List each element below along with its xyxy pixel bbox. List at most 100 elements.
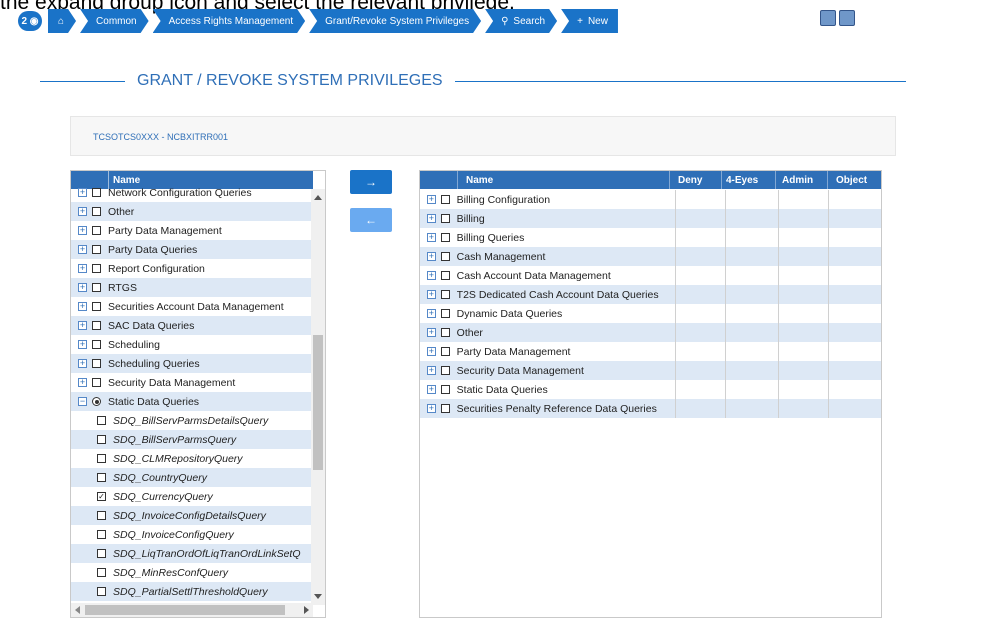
granted-group-row[interactable]: + Billing Configuration bbox=[420, 190, 881, 209]
cell-deny[interactable] bbox=[675, 342, 726, 361]
select-checkbox[interactable] bbox=[440, 347, 450, 356]
tree-group-row[interactable]: + Security Data Management bbox=[71, 373, 313, 392]
tree-group-row[interactable]: + Report Configuration bbox=[71, 259, 313, 278]
column-header-object[interactable]: Object bbox=[828, 171, 881, 189]
expand-icon[interactable]: + bbox=[427, 195, 436, 204]
select-checkbox[interactable] bbox=[440, 404, 450, 413]
column-header-name[interactable]: Name bbox=[458, 171, 670, 189]
cell-deny[interactable] bbox=[675, 361, 726, 380]
scroll-up-icon[interactable] bbox=[314, 195, 322, 200]
cell-4eyes[interactable] bbox=[726, 285, 779, 304]
cell-admin[interactable] bbox=[779, 323, 830, 342]
expand-icon[interactable]: + bbox=[78, 264, 87, 273]
tree-leaf-row[interactable]: SDQ_CountryQuery bbox=[71, 468, 313, 487]
cell-4eyes[interactable] bbox=[726, 228, 779, 247]
granted-group-row[interactable]: + Other bbox=[420, 323, 881, 342]
select-checkbox[interactable] bbox=[92, 283, 101, 292]
expand-icon[interactable]: + bbox=[427, 271, 436, 280]
expand-icon[interactable]: + bbox=[427, 347, 436, 356]
tree-group-row[interactable]: + Other bbox=[71, 202, 313, 221]
expand-icon[interactable]: + bbox=[427, 233, 436, 242]
expand-icon[interactable]: + bbox=[78, 359, 87, 368]
cell-admin[interactable] bbox=[779, 266, 830, 285]
cell-deny[interactable] bbox=[675, 266, 726, 285]
cell-admin[interactable] bbox=[779, 285, 830, 304]
expand-icon[interactable]: + bbox=[78, 302, 87, 311]
cell-admin[interactable] bbox=[779, 228, 830, 247]
column-header-4eyes[interactable]: 4-Eyes bbox=[722, 171, 776, 189]
select-checkbox[interactable] bbox=[97, 587, 106, 596]
expand-icon[interactable]: + bbox=[78, 207, 87, 216]
breadcrumb-grant-revoke[interactable]: Grant/Revoke System Privileges bbox=[309, 9, 481, 33]
tree-leaf-row[interactable]: SDQ_BillServParmsQuery bbox=[71, 430, 313, 449]
select-checkbox[interactable] bbox=[92, 359, 101, 368]
select-checkbox[interactable] bbox=[97, 435, 106, 444]
collapse-icon[interactable]: − bbox=[78, 397, 87, 406]
expand-icon[interactable]: + bbox=[427, 290, 436, 299]
expand-icon[interactable]: + bbox=[427, 366, 436, 375]
scrollbar-thumb[interactable] bbox=[85, 605, 285, 615]
granted-group-row[interactable]: + Static Data Queries bbox=[420, 380, 881, 399]
cell-4eyes[interactable] bbox=[726, 247, 779, 266]
cell-4eyes[interactable] bbox=[726, 190, 779, 209]
left-horizontal-scrollbar[interactable] bbox=[71, 603, 313, 617]
granted-group-row[interactable]: + Cash Management bbox=[420, 247, 881, 266]
cell-object[interactable] bbox=[829, 247, 881, 266]
granted-group-row[interactable]: + Securities Penalty Reference Data Queri… bbox=[420, 399, 881, 418]
cell-admin[interactable] bbox=[779, 247, 830, 266]
select-checkbox[interactable] bbox=[92, 340, 101, 349]
select-checkbox[interactable] bbox=[440, 195, 450, 204]
select-checkbox[interactable]: ✓ bbox=[97, 492, 106, 501]
tree-leaf-row[interactable]: SDQ_MinResConfQuery bbox=[71, 563, 313, 582]
expand-icon[interactable]: + bbox=[427, 328, 436, 337]
breadcrumb-home[interactable]: ⌂ bbox=[48, 9, 76, 33]
print-icon[interactable] bbox=[839, 10, 855, 26]
select-checkbox[interactable] bbox=[92, 321, 101, 330]
select-checkbox[interactable] bbox=[92, 245, 101, 254]
scroll-down-icon[interactable] bbox=[314, 594, 322, 599]
select-checkbox[interactable] bbox=[92, 264, 101, 273]
expand-icon[interactable]: + bbox=[78, 188, 87, 197]
tree-leaf-row[interactable]: ✓ SDQ_CurrencyQuery bbox=[71, 487, 313, 506]
column-header-deny[interactable]: Deny bbox=[670, 171, 722, 189]
tree-leaf-row[interactable]: SDQ_CLMRepositoryQuery bbox=[71, 449, 313, 468]
cell-object[interactable] bbox=[829, 342, 881, 361]
open-windows-badge[interactable]: 2 ◉ bbox=[18, 11, 42, 31]
cell-object[interactable] bbox=[829, 304, 881, 323]
select-checkbox[interactable] bbox=[440, 366, 450, 375]
cell-admin[interactable] bbox=[779, 209, 830, 228]
granted-group-row[interactable]: + Security Data Management bbox=[420, 361, 881, 380]
select-checkbox[interactable] bbox=[97, 454, 106, 463]
expand-icon[interactable]: + bbox=[427, 385, 436, 394]
tree-group-row[interactable]: + Scheduling Queries bbox=[71, 354, 313, 373]
remove-privilege-button[interactable]: ← bbox=[350, 208, 392, 232]
tree-leaf-row[interactable]: SDQ_PartialSettlThresholdQuery bbox=[71, 582, 313, 601]
scroll-left-icon[interactable] bbox=[75, 606, 80, 614]
column-header-admin[interactable]: Admin bbox=[776, 171, 828, 189]
breadcrumb-search[interactable]: ⚲ Search bbox=[485, 9, 557, 33]
cell-4eyes[interactable] bbox=[726, 304, 779, 323]
cell-admin[interactable] bbox=[779, 380, 830, 399]
cell-deny[interactable] bbox=[675, 399, 726, 418]
tree-group-row[interactable]: + Party Data Queries bbox=[71, 240, 313, 259]
cell-deny[interactable] bbox=[675, 209, 726, 228]
cell-admin[interactable] bbox=[779, 399, 830, 418]
tree-group-row[interactable]: + Network Configuration Queries bbox=[71, 183, 313, 202]
granted-group-row[interactable]: + Cash Account Data Management bbox=[420, 266, 881, 285]
cell-deny[interactable] bbox=[675, 228, 726, 247]
scroll-right-icon[interactable] bbox=[304, 606, 309, 614]
cell-4eyes[interactable] bbox=[726, 342, 779, 361]
expand-icon[interactable]: + bbox=[427, 252, 436, 261]
tree-leaf-row[interactable]: SDQ_LiqTranOrdOfLiqTranOrdLinkSetQ bbox=[71, 544, 313, 563]
tree-group-row[interactable]: + RTGS bbox=[71, 278, 313, 297]
add-privilege-button[interactable]: → bbox=[350, 170, 392, 194]
breadcrumb-common[interactable]: Common bbox=[80, 9, 149, 33]
cell-deny[interactable] bbox=[675, 380, 726, 399]
cell-object[interactable] bbox=[829, 285, 881, 304]
select-checkbox[interactable] bbox=[440, 328, 450, 337]
select-checkbox[interactable] bbox=[97, 416, 106, 425]
granted-group-row[interactable]: + Billing Queries bbox=[420, 228, 881, 247]
expand-icon[interactable]: + bbox=[427, 309, 436, 318]
select-checkbox[interactable] bbox=[92, 207, 101, 216]
expand-icon[interactable]: + bbox=[78, 378, 87, 387]
